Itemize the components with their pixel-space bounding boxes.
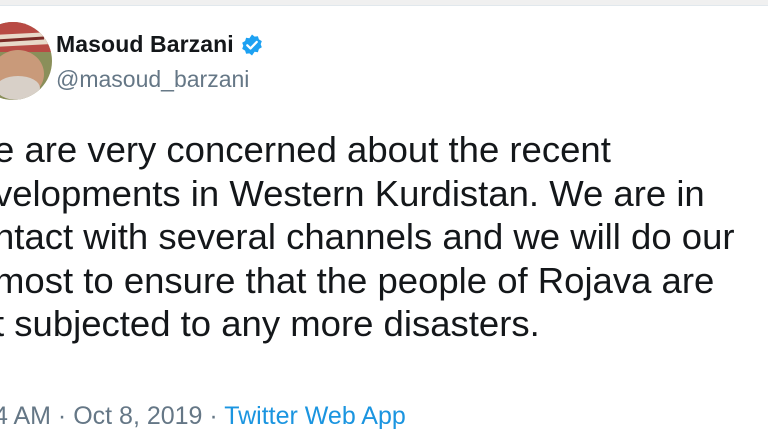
card-top-border (0, 0, 768, 6)
meta-separator: · (202, 402, 225, 430)
profile-photo (0, 22, 52, 100)
tweet-body-text: e are very concerned about the recent ve… (0, 129, 735, 344)
author-name-row: Masoud Barzani (56, 31, 264, 58)
meta-separator: · (50, 402, 74, 430)
tweet-date[interactable]: Oct 8, 2019 (73, 402, 202, 430)
tweet-time[interactable]: 4 AM (0, 402, 51, 430)
tweet-meta: 4 AM · Oct 8, 2019 · Twitter Web App (0, 402, 406, 431)
verified-badge-icon (240, 33, 264, 57)
author-display-name[interactable]: Masoud Barzani (56, 31, 234, 58)
avatar[interactable] (0, 22, 52, 100)
author-handle[interactable]: @masoud_barzani (56, 66, 249, 93)
tweet-source-link[interactable]: Twitter Web App (224, 402, 406, 430)
